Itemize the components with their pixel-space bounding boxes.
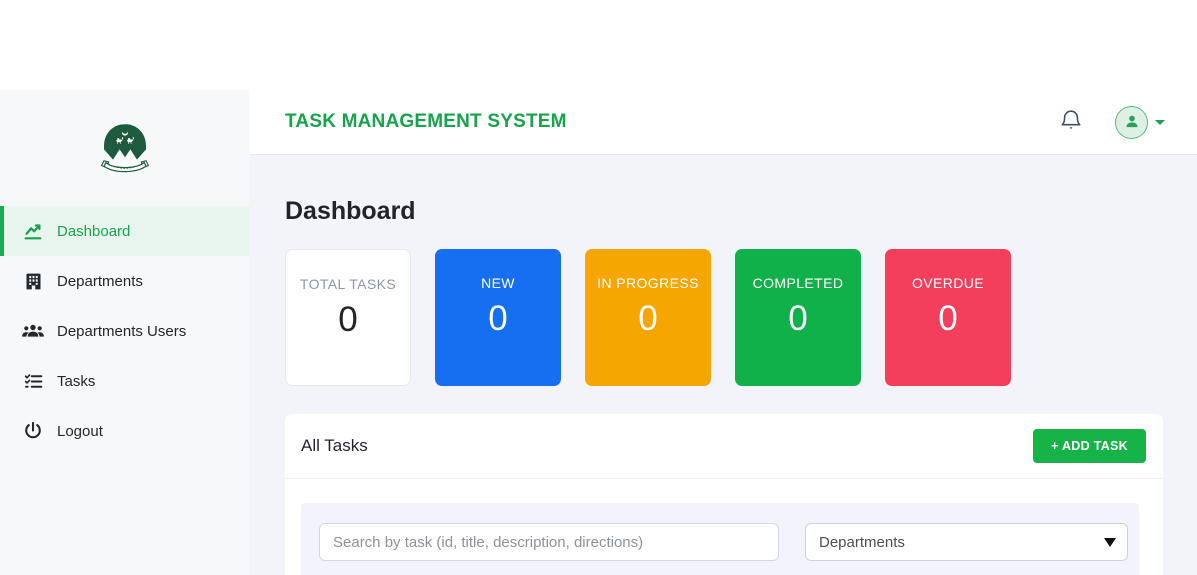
stat-value: 0 [488,300,507,339]
sidebar-item-logout[interactable]: Logout [0,406,249,456]
stat-card-completed: COMPLETED 0 [735,249,861,386]
sidebar-item-label: Departments Users [57,323,186,340]
all-tasks-card: All Tasks + ADD TASK Departments [285,414,1163,575]
line-chart-icon [21,219,45,243]
task-filter-panel: Departments [301,503,1139,575]
stat-value: 0 [938,300,957,339]
balochistan-emblem-icon [95,114,155,192]
sidebar-item-dashboard[interactable]: Dashboard [0,206,249,256]
stat-label: OVERDUE [904,275,992,293]
sidebar-item-label: Tasks [57,373,95,390]
stat-label: COMPLETED [745,275,852,293]
sidebar-item-label: Logout [57,423,103,440]
stat-card-new: NEW 0 [435,249,561,386]
sidebar: Dashboard Departments [0,90,249,575]
power-icon [21,419,45,443]
sidebar-item-label: Dashboard [57,223,130,240]
bell-icon [1059,108,1083,137]
sidebar-item-label: Departments [57,273,143,290]
add-task-button[interactable]: + ADD TASK [1033,429,1146,463]
task-list-icon [21,369,45,393]
notifications-button[interactable] [1057,106,1085,139]
app-window: Dashboard Departments [0,0,1197,575]
stat-card-total-tasks: TOTAL TASKS 0 [285,249,411,386]
departments-select[interactable]: Departments [805,523,1128,561]
all-tasks-header: All Tasks + ADD TASK [285,414,1163,479]
header-actions [1057,106,1165,139]
app-title: TASK MANAGEMENT SYSTEM [285,111,567,133]
stat-value: 0 [788,300,807,339]
stat-value: 0 [338,301,357,340]
sidebar-item-departments[interactable]: Departments [0,256,249,306]
stat-label: TOTAL TASKS [292,276,404,294]
user-menu-button[interactable] [1115,106,1165,139]
stat-cards-row: TOTAL TASKS 0 NEW 0 IN PROGRESS 0 COMPLE… [285,249,1163,386]
page-title: Dashboard [285,197,1163,226]
stat-label: IN PROGRESS [589,275,707,293]
departments-select-wrap: Departments [805,523,1128,561]
task-search-input[interactable] [319,523,779,561]
main-content: Dashboard TOTAL TASKS 0 NEW 0 IN PROGRES… [249,155,1197,575]
stat-value: 0 [638,300,657,339]
top-header: TASK MANAGEMENT SYSTEM [249,90,1197,155]
avatar [1115,106,1148,139]
stat-card-overdue: OVERDUE 0 [885,249,1011,386]
sidebar-nav: Dashboard Departments [0,206,249,456]
building-icon [21,269,45,293]
stat-card-in-progress: IN PROGRESS 0 [585,249,711,386]
person-icon [1122,111,1142,134]
stat-label: NEW [473,275,523,293]
sidebar-item-departments-users[interactable]: Departments Users [0,306,249,356]
chevron-down-icon [1155,120,1165,125]
users-icon [21,319,45,343]
all-tasks-title: All Tasks [301,436,368,456]
org-logo [0,90,249,206]
sidebar-item-tasks[interactable]: Tasks [0,356,249,406]
